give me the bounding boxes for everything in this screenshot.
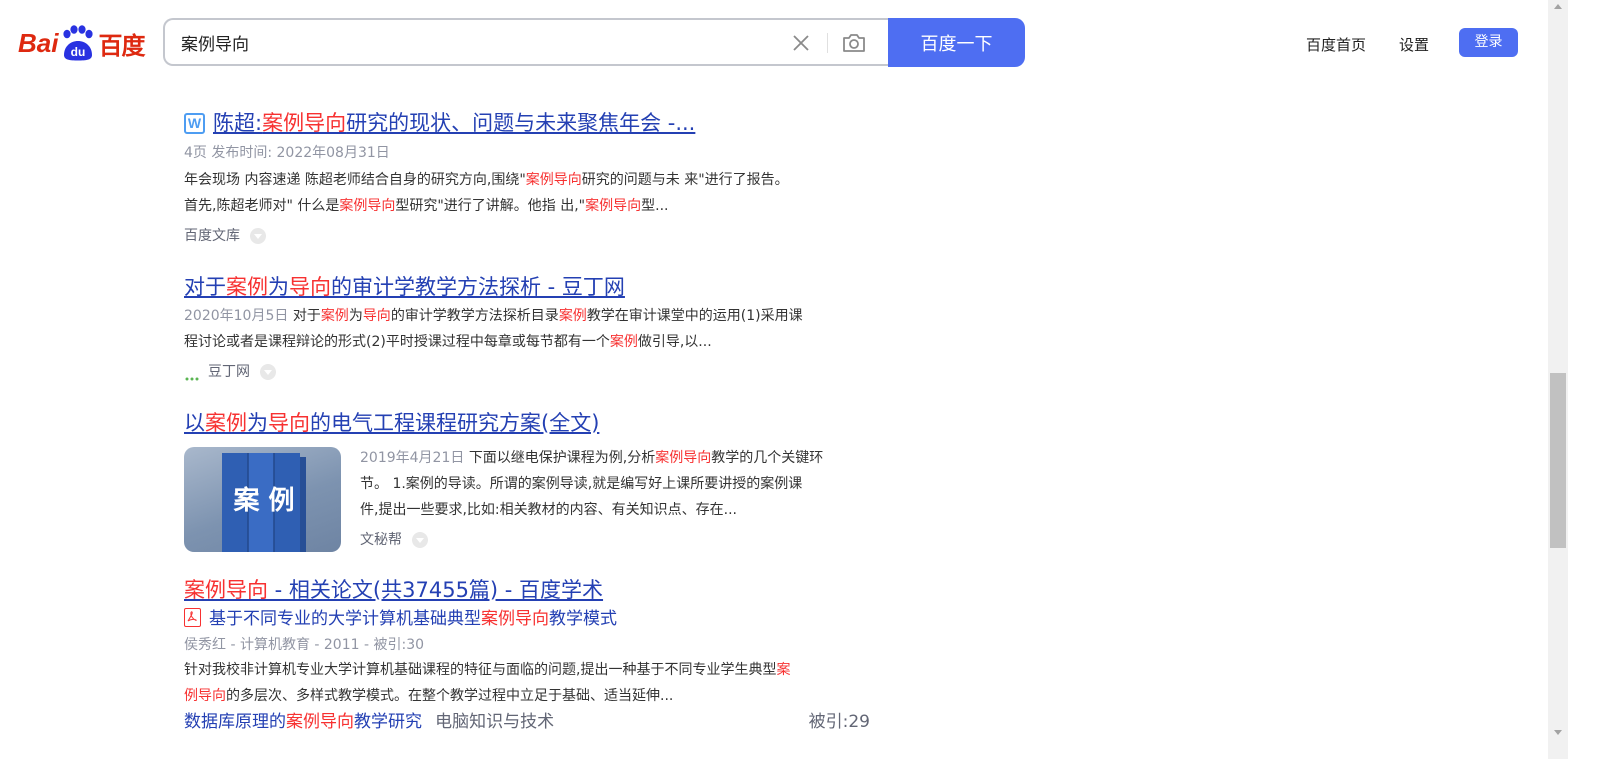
scroll-thumb[interactable]: [1550, 373, 1566, 548]
result-meta: 4页 发布时间: 2022年08月31日: [184, 145, 390, 161]
site-favicon-icon: [184, 368, 200, 381]
header: Bai du 百度 百度一下 百度首页 设置 登录: [0, 0, 1548, 88]
chevron-down-icon[interactable]: [260, 364, 276, 380]
result-item: 案例导向 - 相关论文(共37455篇) - 百度学术 基于不同专业的大学计算机…: [184, 576, 884, 735]
logo-cn-text: 百度: [98, 31, 145, 60]
result-title[interactable]: 以案例为导向的电气工程课程研究方案(全文): [184, 409, 884, 437]
result-item: 以案例为导向的电气工程课程研究方案(全文): [184, 409, 884, 437]
result-date: 2020年10月5日: [184, 308, 289, 324]
camera-icon[interactable]: [841, 30, 867, 56]
settings-link[interactable]: 设置: [1399, 34, 1429, 55]
result-source[interactable]: 文秘帮: [360, 529, 884, 551]
result-abstract: 年会现场 内容速递 陈超老师结合自身的研究方向,围绕"案例导向研究的问题与未 来…: [184, 167, 884, 219]
scroll-up-icon[interactable]: [1554, 4, 1562, 9]
paper-title[interactable]: 基于不同专业的大学计算机基础典型案例导向教学模式: [184, 607, 884, 631]
abstract-line: 年会现场 内容速递 陈超老师结合自身的研究方向,围绕"案例导向研究的问题与未 来…: [184, 172, 789, 188]
title-part-highlight: 案例导向: [262, 111, 347, 135]
logo-du-text: du: [71, 45, 86, 59]
scrollbar[interactable]: [1548, 0, 1568, 759]
paw-icon: du: [59, 25, 95, 61]
login-button[interactable]: 登录: [1459, 28, 1518, 57]
abstract-line: 首先,陈超老师对" 什么是案例导向型研究"进行了讲解。他指 出,"案例导向型..…: [184, 198, 669, 214]
chevron-down-icon[interactable]: [250, 228, 266, 244]
pdf-icon: [184, 608, 201, 627]
result-abstract: 2020年10月5日 对于案例为导向的审计学教学方法探析目录案例教学在审计课堂中…: [184, 303, 884, 355]
title-part: 陈超:: [213, 111, 263, 135]
search-button[interactable]: 百度一下: [888, 18, 1025, 67]
abstract-line: 针对我校非计算机专业大学计算机基础课程的特征与面临的问题,提出一种基于不同专业学…: [184, 662, 791, 678]
paper-meta: 侯秀红 - 计算机教育 - 2011 - 被引:30: [184, 637, 425, 653]
search-box: [163, 18, 889, 66]
baidu-logo[interactable]: Bai du 百度: [18, 22, 145, 64]
close-icon[interactable]: [790, 32, 812, 54]
next-paper-row: 数据库原理的案例导向教学研究 电脑知识与技术 被引:29: [184, 709, 884, 735]
chevron-down-icon[interactable]: [412, 532, 428, 548]
abstract-line: 2020年10月5日 对于案例为导向的审计学教学方法探析目录案例教学在审计课堂中…: [184, 308, 803, 324]
abstract-line: 件,提出一些要求,比如:相关教材的内容、有关知识点、存在...: [360, 502, 737, 518]
divider: [827, 33, 828, 53]
result-abstract: 2019年4月21日 下面以继电保护课程为例,分析案例导向教学的几个关键环 节。…: [360, 445, 884, 523]
result-abstract: 针对我校非计算机专业大学计算机基础课程的特征与面临的问题,提出一种基于不同专业学…: [184, 657, 884, 709]
result-title[interactable]: 案例导向 - 相关论文(共37455篇) - 百度学术: [184, 576, 884, 604]
title-part: 研究的现状、问题与未来聚焦年会 -...: [346, 111, 696, 135]
source-name: 百度文库: [184, 228, 240, 244]
source-name: 文秘帮: [360, 532, 402, 548]
search-input[interactable]: [181, 20, 761, 64]
scroll-down-icon[interactable]: [1554, 730, 1562, 735]
result-title[interactable]: W 陈超:案例导向研究的现状、问题与未来聚焦年会 -...: [184, 109, 884, 137]
result-title[interactable]: 对于案例为导向的审计学教学方法探析 - 豆丁网: [184, 273, 884, 301]
result-item: 对于案例为导向的审计学教学方法探析 - 豆丁网 2020年10月5日 对于案例为…: [184, 273, 884, 383]
result-thumbnail[interactable]: 案 例: [184, 447, 341, 552]
next-paper-journal: 电脑知识与技术: [435, 712, 555, 732]
result-item: W 陈超:案例导向研究的现状、问题与未来聚焦年会 -... 4页 发布时间: 20…: [184, 109, 884, 247]
word-doc-icon: W: [184, 113, 205, 134]
source-name: 豆丁网: [208, 364, 250, 380]
next-paper-cited: 被引:29: [808, 712, 870, 732]
result-date: 2019年4月21日: [360, 450, 465, 466]
next-paper-link[interactable]: 数据库原理的案例导向教学研究: [184, 712, 422, 732]
baidu-home-link[interactable]: 百度首页: [1306, 34, 1366, 55]
abstract-line: 例导向的多层次、多样式教学模式。在整个教学过程中立足于基础、适当延伸...: [184, 688, 674, 704]
result-source[interactable]: 豆丁网: [184, 361, 884, 383]
abstract-line: 节。 1.案例的导读。所谓的案例导读,就是编写好上课所要讲授的案例课: [360, 476, 803, 492]
result-body: 2019年4月21日 下面以继电保护课程为例,分析案例导向教学的几个关键环 节。…: [360, 445, 884, 551]
logo-bai-text: Bai: [18, 27, 59, 58]
abstract-line: 2019年4月21日 下面以继电保护课程为例,分析案例导向教学的几个关键环: [360, 450, 824, 466]
thumb-text: 案 例: [232, 485, 294, 516]
result-source[interactable]: 百度文库: [184, 225, 884, 247]
abstract-line: 程讨论或者是课程辩论的形式(2)平时授课过程中每章或每节都有一个案例做引导,以.…: [184, 334, 712, 350]
